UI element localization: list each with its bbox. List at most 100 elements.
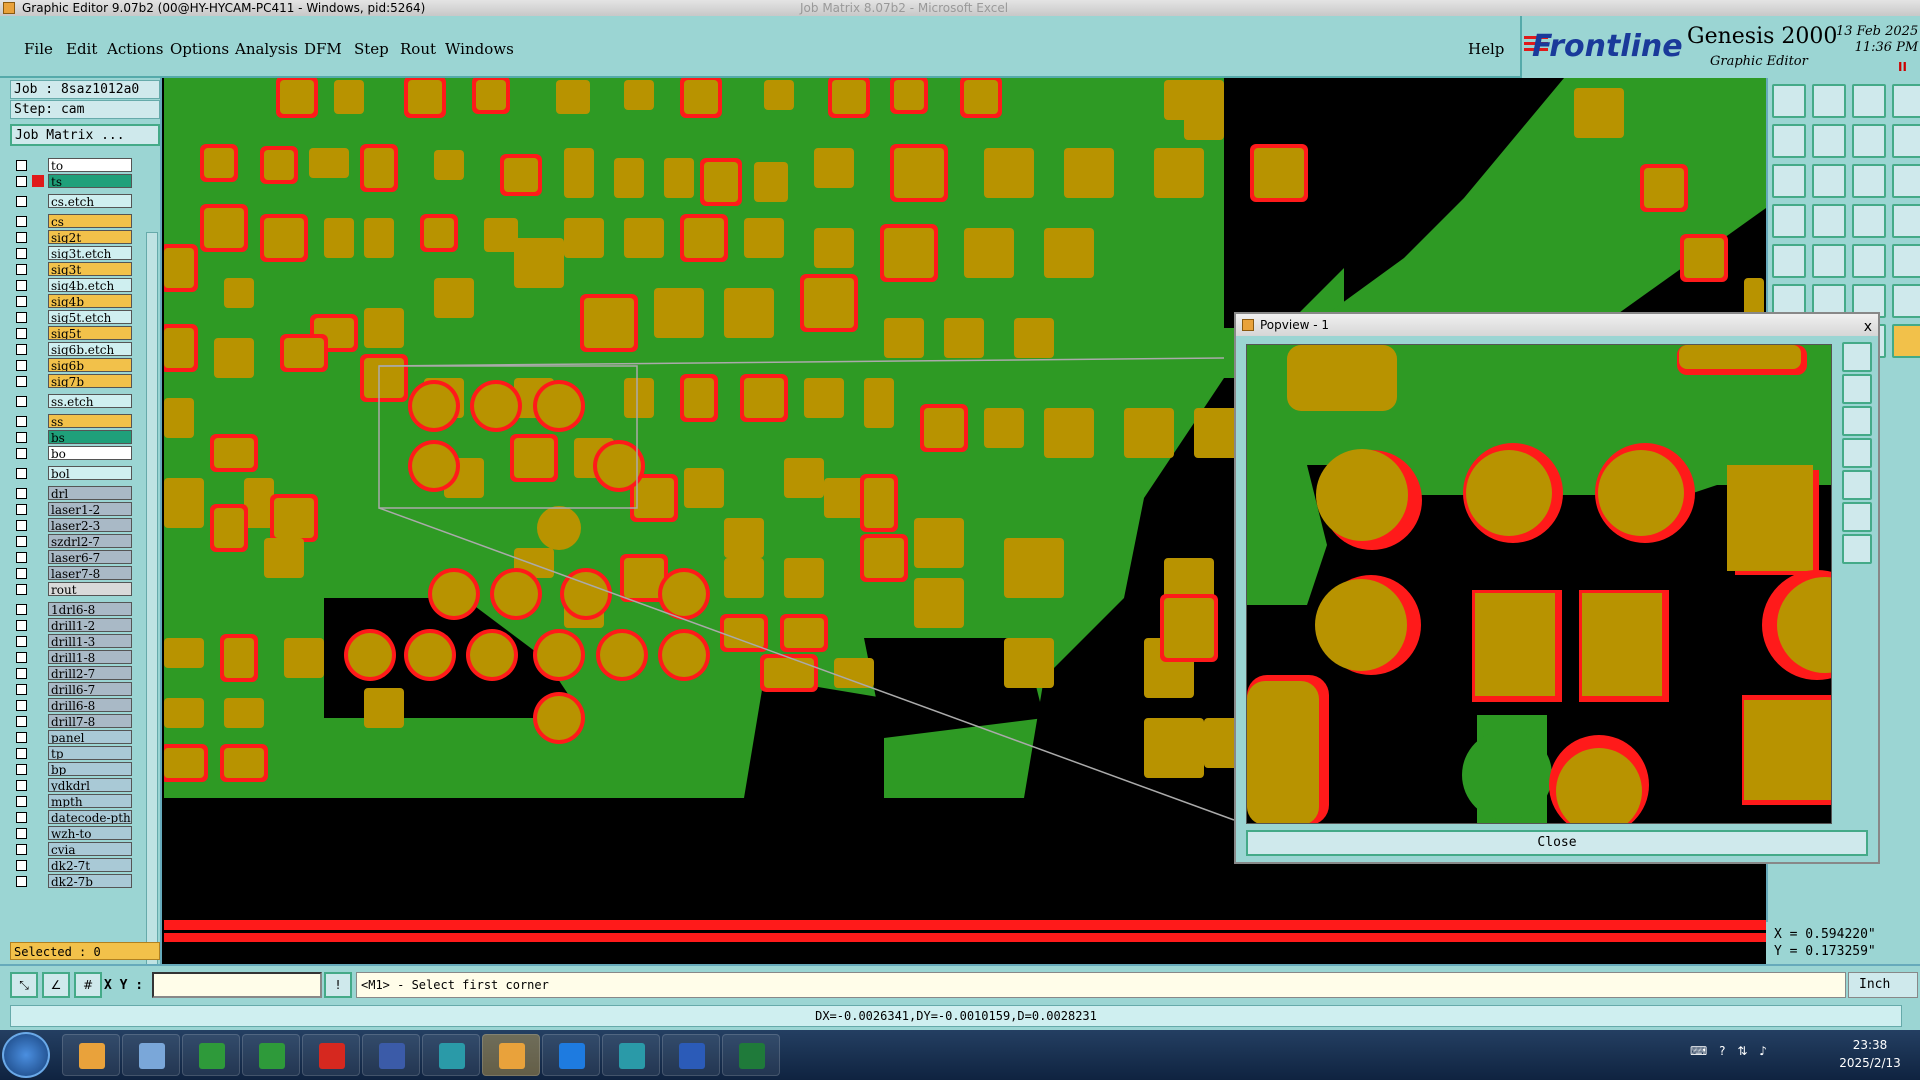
layer-label[interactable]: sig3t.etch: [48, 246, 132, 260]
layers-blue-icon[interactable]: [1892, 204, 1920, 238]
layer-checkbox[interactable]: [16, 584, 27, 595]
layer-checkbox[interactable]: [16, 700, 27, 711]
popview-window[interactable]: Popview - 1 x Close: [1234, 312, 1880, 864]
layer-label[interactable]: drill1-3: [48, 634, 132, 648]
layer-label[interactable]: drill1-2: [48, 618, 132, 632]
layer-row-bol[interactable]: bol: [12, 466, 134, 480]
layer-label[interactable]: drl: [48, 486, 132, 500]
layer-checkbox[interactable]: [16, 764, 27, 775]
layer-label[interactable]: sig5t.etch: [48, 310, 132, 324]
layer-row-cs[interactable]: cs: [12, 214, 134, 228]
layer-label[interactable]: bol: [48, 466, 132, 480]
layer-row-wzh-to[interactable]: wzh-to: [12, 826, 134, 840]
layer-checkbox[interactable]: [16, 684, 27, 695]
layer-checkbox[interactable]: [16, 716, 27, 727]
layer-checkbox[interactable]: [16, 312, 27, 323]
layer-label[interactable]: sig4b: [48, 294, 132, 308]
layer-row-panel[interactable]: panel: [12, 730, 134, 744]
units-selector[interactable]: Inch: [1848, 972, 1918, 998]
popview-tool-down-icon[interactable]: [1842, 406, 1872, 436]
layer-checkbox[interactable]: [16, 536, 27, 547]
scroll-up-icon[interactable]: [148, 233, 156, 241]
layer-row-cs.etch[interactable]: cs.etch: [12, 194, 134, 208]
layer-row-drill6-8[interactable]: drill6-8: [12, 698, 134, 712]
home-icon[interactable]: [1852, 84, 1886, 118]
layer-label[interactable]: drill7-8: [48, 714, 132, 728]
layer-row-1drl6-8[interactable]: 1drl6-8: [12, 602, 134, 616]
rotate-icon[interactable]: [1772, 204, 1806, 238]
popview-tool-up-icon[interactable]: [1842, 374, 1872, 404]
layer-label[interactable]: sig5t: [48, 326, 132, 340]
layer-row-laser2-3[interactable]: laser2-3: [12, 518, 134, 532]
layer-row-sig3t[interactable]: sig3t: [12, 262, 134, 276]
zoom-down-icon[interactable]: [1812, 84, 1846, 118]
taskbar-app-genesis[interactable]: [482, 1034, 540, 1076]
popview-tool-zoom-in-icon[interactable]: [1842, 534, 1872, 564]
layer-row-tp[interactable]: tp: [12, 746, 134, 760]
pan-icon[interactable]: [1892, 84, 1920, 118]
layer-checkbox[interactable]: [16, 232, 27, 243]
layer-row-dk2-7b[interactable]: dk2-7b: [12, 874, 134, 888]
layer-label[interactable]: datecode-pth: [48, 810, 132, 824]
layer-checkbox[interactable]: [16, 416, 27, 427]
query-icon[interactable]: [1892, 164, 1920, 198]
fill-circle-icon[interactable]: [1892, 244, 1920, 278]
zoom-home-icon[interactable]: [1772, 84, 1806, 118]
layer-row-drl[interactable]: drl: [12, 486, 134, 500]
layer-checkbox[interactable]: [16, 732, 27, 743]
layer-row-rout[interactable]: rout: [12, 582, 134, 596]
layer-row-ydkdrl[interactable]: ydkdrl: [12, 778, 134, 792]
popview-tool-zoom-out-icon[interactable]: [1842, 502, 1872, 532]
exclamation-icon[interactable]: !: [324, 972, 352, 998]
layer-row-drill1-2[interactable]: drill1-2: [12, 618, 134, 632]
layer-label[interactable]: dk2-7b: [48, 874, 132, 888]
taskbar-app-g[interactable]: [302, 1034, 360, 1076]
layer-label[interactable]: sig2t: [48, 230, 132, 244]
layer-checkbox[interactable]: [16, 488, 27, 499]
snap-mode-icon[interactable]: ⤡: [10, 972, 38, 998]
layer-checkbox[interactable]: [16, 748, 27, 759]
layers-red-icon[interactable]: [1852, 204, 1886, 238]
taskbar-app-word[interactable]: [662, 1034, 720, 1076]
popview-close-icon[interactable]: x: [1864, 316, 1872, 338]
layer-row-laser6-7[interactable]: laser6-7: [12, 550, 134, 564]
layer-label[interactable]: dk2-7t: [48, 858, 132, 872]
menu-windows[interactable]: Windows: [445, 40, 514, 58]
layer-checkbox[interactable]: [16, 468, 27, 479]
layer-label[interactable]: laser1-2: [48, 502, 132, 516]
layer-checkbox[interactable]: [16, 860, 27, 871]
layer-label[interactable]: bs: [48, 430, 132, 444]
menu-rout[interactable]: Rout: [400, 40, 436, 58]
job-matrix-button[interactable]: Job Matrix ...: [10, 124, 160, 146]
layer-checkbox[interactable]: [16, 652, 27, 663]
taskbar-app-p2[interactable]: [242, 1034, 300, 1076]
layer-checkbox[interactable]: [16, 196, 27, 207]
layer-label[interactable]: panel: [48, 730, 132, 744]
redraw-icon[interactable]: [1892, 124, 1920, 158]
zoom-right-icon[interactable]: [1812, 124, 1846, 158]
layer-row-bo[interactable]: bo: [12, 446, 134, 460]
layer-checkbox[interactable]: [16, 216, 27, 227]
layer-label[interactable]: sig3t: [48, 262, 132, 276]
layer-checkbox[interactable]: [16, 328, 27, 339]
menu-options[interactable]: Options: [170, 40, 229, 58]
layer-row-drill2-7[interactable]: drill2-7: [12, 666, 134, 680]
layer-row-to[interactable]: to: [12, 158, 134, 172]
layer-checkbox[interactable]: [16, 448, 27, 459]
cursor-select-icon[interactable]: [1892, 324, 1920, 358]
center-icon[interactable]: [1812, 164, 1846, 198]
layer-row-cvia[interactable]: cvia: [12, 842, 134, 856]
layer-checkbox[interactable]: [16, 504, 27, 515]
taskbar-app-eye2[interactable]: [602, 1034, 660, 1076]
layer-checkbox[interactable]: [16, 568, 27, 579]
scale-1-2-icon[interactable]: [1852, 164, 1886, 198]
layer-row-sig6b.etch[interactable]: sig6b.etch: [12, 342, 134, 356]
network-icon[interactable]: ⇅: [1737, 1044, 1747, 1058]
layer-label[interactable]: ss.etch: [48, 394, 132, 408]
layer-row-sig6b[interactable]: sig6b: [12, 358, 134, 372]
layer-label[interactable]: szdrl2-7: [48, 534, 132, 548]
layer-label[interactable]: laser6-7: [48, 550, 132, 564]
layer-row-ss[interactable]: ss: [12, 414, 134, 428]
taskbar-app-notepad[interactable]: [122, 1034, 180, 1076]
layer-row-drill7-8[interactable]: drill7-8: [12, 714, 134, 728]
